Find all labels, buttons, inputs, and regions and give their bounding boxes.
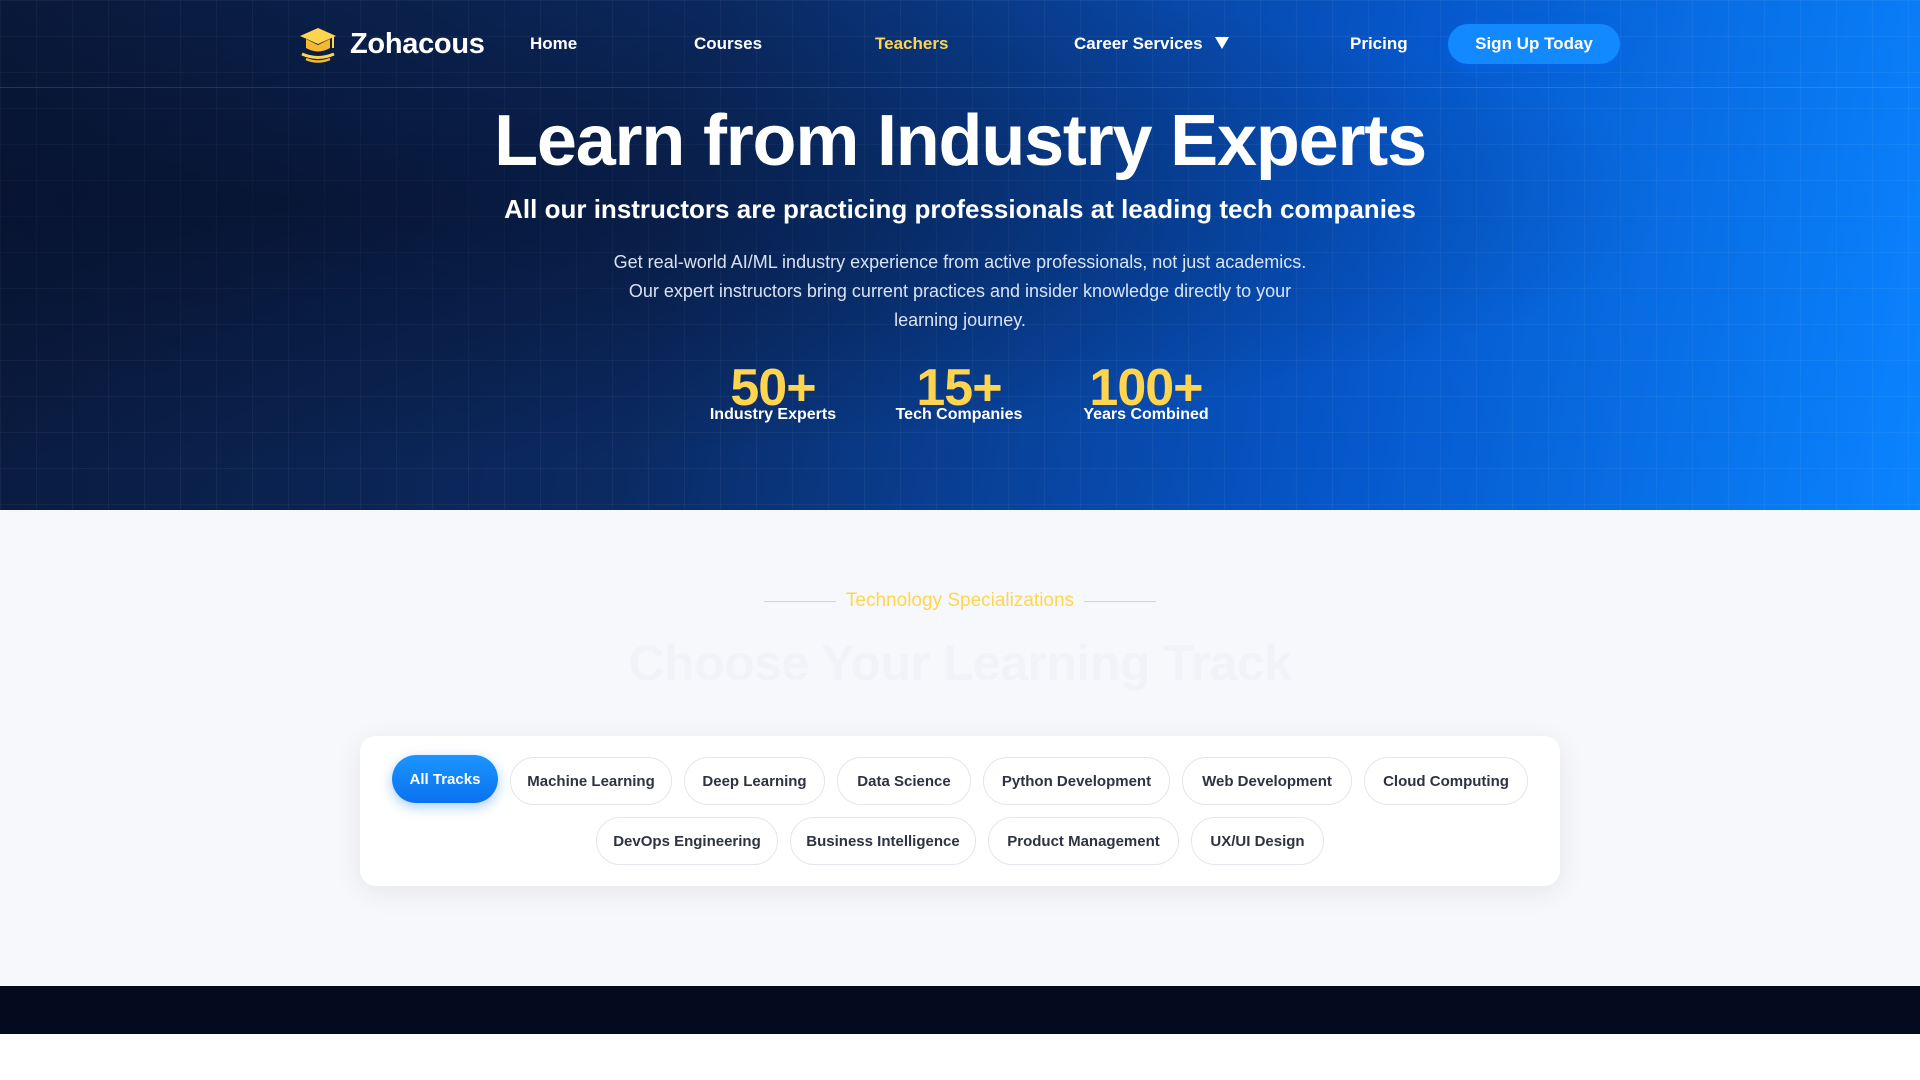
chip-machine-learning[interactable]: Machine Learning [510, 757, 672, 805]
chip-data-science[interactable]: Data Science [837, 757, 971, 805]
stat-years-combined: 100+ Years Combined [1076, 360, 1216, 424]
nav-career-services[interactable]: Career Services [1074, 34, 1229, 54]
track-filter-card: All Tracks Machine Learning Deep Learnin… [360, 736, 1560, 886]
hero-subtitle: All our instructors are practicing profe… [504, 194, 1416, 224]
chip-web-development[interactable]: Web Development [1182, 757, 1352, 805]
chip-python-development[interactable]: Python Development [983, 757, 1170, 805]
chip-all-tracks[interactable]: All Tracks [392, 755, 498, 803]
kicker-text: Technology Specializations [845, 590, 1075, 611]
hero-stats: 50+ Industry Experts 15+ Tech Companies … [0, 360, 1920, 440]
stat-label: Tech Companies [895, 406, 1023, 423]
sign-up-button[interactable]: Sign Up Today [1448, 24, 1620, 64]
chip-cloud-computing[interactable]: Cloud Computing [1364, 757, 1528, 805]
stat-industry-experts: 50+ Industry Experts [700, 360, 846, 424]
chip-business-intelligence[interactable]: Business Intelligence [790, 817, 976, 865]
brand-logo[interactable]: Zohacous [298, 24, 485, 64]
learning-tracks-section: Technology Specializations Choose Your L… [0, 510, 1920, 986]
nav-career-services-label: Career Services [1074, 34, 1203, 53]
hero-title: Learn from Industry Experts [494, 101, 1427, 181]
footer-band [0, 986, 1920, 1034]
hero-section: Zohacous Home Courses Teachers Career Se… [0, 0, 1920, 510]
chip-product-management[interactable]: Product Management [988, 817, 1179, 865]
chip-deep-learning[interactable]: Deep Learning [684, 757, 825, 805]
caret-down-icon [1214, 37, 1229, 49]
navbar: Zohacous Home Courses Teachers Career Se… [0, 0, 1920, 88]
stat-label: Years Combined [1083, 406, 1209, 423]
nav-teachers[interactable]: Teachers [875, 34, 948, 54]
stat-label: Industry Experts [709, 406, 837, 423]
chip-devops-engineering[interactable]: DevOps Engineering [596, 817, 778, 865]
brand-name: Zohacous [350, 27, 485, 60]
chip-ux-ui-design[interactable]: UX/UI Design [1191, 817, 1324, 865]
section-title: Choose Your Learning Track [628, 635, 1292, 691]
graduation-cap-icon [300, 28, 336, 63]
kicker-line-right [1084, 600, 1157, 602]
nav-pricing[interactable]: Pricing [1350, 34, 1408, 54]
nav-home[interactable]: Home [530, 34, 577, 54]
hero-description: Get real-world AI/ML industry experience… [613, 252, 1307, 330]
kicker-line-left [763, 600, 836, 602]
section-kicker: Technology Specializations [0, 590, 1920, 612]
stat-tech-companies: 15+ Tech Companies [889, 360, 1029, 424]
nav-courses[interactable]: Courses [694, 34, 762, 54]
